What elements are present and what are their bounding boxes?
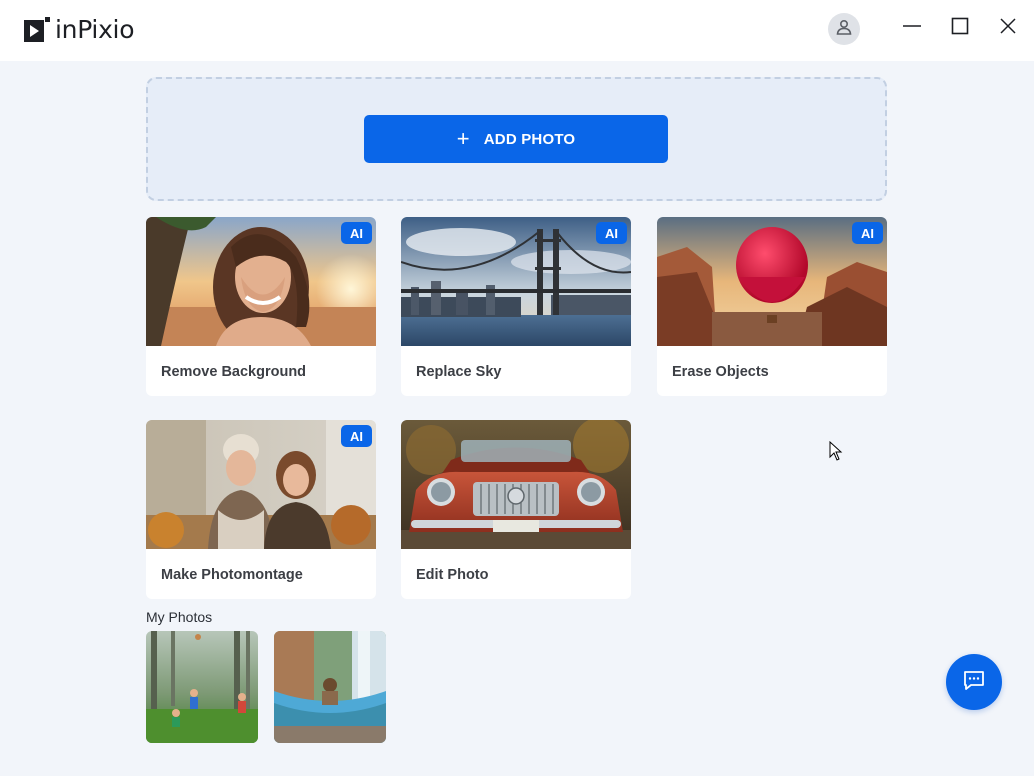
minimize-icon	[903, 17, 921, 40]
replace-sky-thumbnail: AI	[401, 217, 631, 346]
card-label: Erase Objects	[672, 364, 769, 380]
ai-badge: AI	[852, 222, 883, 244]
inpixio-logo-icon	[24, 16, 50, 43]
app-logo: inPixio	[24, 15, 135, 44]
add-photo-button[interactable]: + ADD PHOTO	[364, 115, 668, 163]
card-erase-objects[interactable]: AI Erase Objects	[657, 217, 887, 396]
card-label: Remove Background	[161, 364, 307, 380]
user-account-button[interactable]	[828, 13, 860, 45]
user-icon	[835, 18, 853, 41]
ai-badge: AI	[341, 222, 372, 244]
plus-icon: +	[456, 126, 470, 151]
ai-badge: AI	[341, 425, 372, 447]
maximize-button[interactable]	[946, 14, 974, 42]
chat-support-button[interactable]	[946, 654, 1002, 710]
add-photo-label: ADD PHOTO	[483, 130, 576, 148]
my-photo-thumbnail[interactable]	[274, 631, 386, 743]
remove-background-thumbnail: AI	[146, 217, 376, 346]
app-brand-name: inPixio	[55, 15, 135, 44]
card-label: Replace Sky	[416, 364, 502, 380]
edit-photo-thumbnail	[401, 420, 631, 549]
maximize-icon	[951, 17, 969, 40]
card-make-photomontage[interactable]: AI Make Photomontage	[146, 420, 376, 599]
close-icon	[999, 17, 1017, 40]
title-bar: inPixio	[0, 0, 1034, 61]
ai-badge: AI	[596, 222, 627, 244]
my-photo-thumbnail[interactable]	[146, 631, 258, 743]
minimize-button[interactable]	[898, 14, 926, 42]
close-button[interactable]	[994, 14, 1022, 42]
make-photomontage-thumbnail: AI	[146, 420, 376, 549]
card-replace-sky[interactable]: AI Replace Sky	[401, 217, 631, 396]
card-label: Edit Photo	[416, 567, 489, 583]
my-photos-heading: My Photos	[146, 609, 213, 625]
erase-objects-thumbnail: AI	[657, 217, 887, 346]
photo-drop-zone[interactable]: + ADD PHOTO	[146, 77, 887, 201]
card-edit-photo[interactable]: Edit Photo	[401, 420, 631, 599]
chat-icon	[962, 668, 986, 697]
card-remove-background[interactable]: AI Remove Background	[146, 217, 376, 396]
card-label: Make Photomontage	[161, 567, 303, 583]
mouse-cursor-icon	[829, 440, 843, 466]
